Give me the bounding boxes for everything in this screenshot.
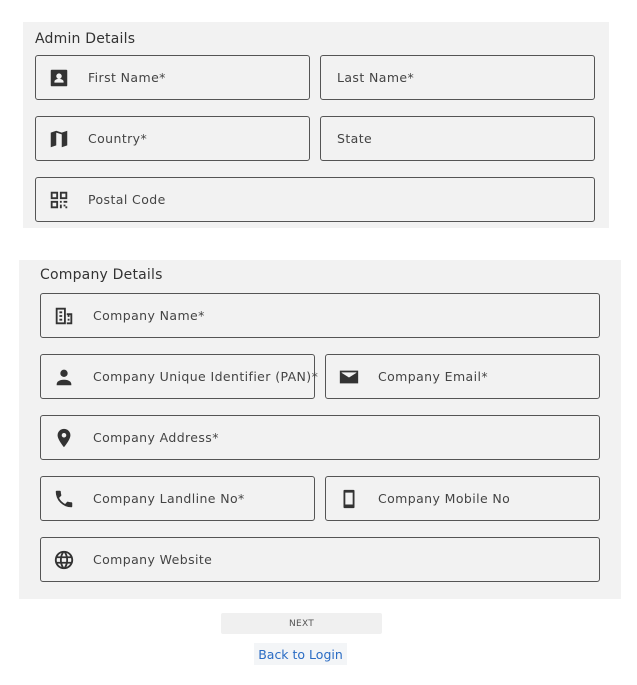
state-placeholder: State: [337, 131, 373, 146]
company-address-placeholder: Company Address*: [93, 430, 219, 445]
company-email-field[interactable]: Company Email*: [325, 354, 600, 399]
qr-code-icon: [47, 188, 71, 212]
mobile-phone-icon: [337, 487, 361, 511]
last-name-placeholder: Last Name*: [337, 70, 415, 85]
next-button[interactable]: NEXT: [221, 613, 382, 634]
admin-details-section: Admin Details First Name* Last Name* Cou…: [23, 22, 609, 228]
contact-card-icon: [47, 66, 71, 90]
company-details-title: Company Details: [40, 267, 163, 283]
mail-icon: [337, 365, 361, 389]
last-name-field[interactable]: Last Name*: [320, 55, 595, 100]
admin-details-title: Admin Details: [35, 31, 136, 47]
company-name-field[interactable]: Company Name*: [40, 293, 600, 338]
state-field[interactable]: State: [320, 116, 595, 161]
back-to-login-link[interactable]: Back to Login: [254, 643, 347, 665]
person-icon: [52, 365, 76, 389]
company-unique-id-field[interactable]: Company Unique Identifier (PAN)*: [40, 354, 319, 399]
company-landline-placeholder: Company Landline No*: [93, 491, 245, 506]
map-icon: [47, 127, 71, 151]
postal-code-placeholder: Postal Code: [88, 192, 166, 207]
company-name-placeholder: Company Name*: [93, 308, 205, 323]
company-mobile-field[interactable]: Company Mobile No: [325, 476, 600, 521]
postal-code-field[interactable]: Postal Code: [35, 177, 595, 222]
company-website-field[interactable]: Company Website: [40, 537, 600, 582]
company-details-section: Company Details Company Name* Company Un…: [19, 260, 621, 599]
country-field[interactable]: Country*: [35, 116, 310, 161]
globe-icon: [52, 548, 76, 572]
first-name-placeholder: First Name*: [88, 70, 166, 85]
phone-icon: [52, 487, 76, 511]
company-unique-id-placeholder: Company Unique Identifier (PAN)*: [93, 369, 319, 384]
country-placeholder: Country*: [88, 131, 148, 146]
company-website-placeholder: Company Website: [93, 552, 213, 567]
company-email-placeholder: Company Email*: [378, 369, 488, 384]
company-landline-field[interactable]: Company Landline No*: [40, 476, 315, 521]
location-pin-icon: [52, 426, 76, 450]
company-address-field[interactable]: Company Address*: [40, 415, 600, 460]
first-name-field[interactable]: First Name*: [35, 55, 310, 100]
company-mobile-placeholder: Company Mobile No: [378, 491, 511, 506]
building-icon: [52, 304, 76, 328]
